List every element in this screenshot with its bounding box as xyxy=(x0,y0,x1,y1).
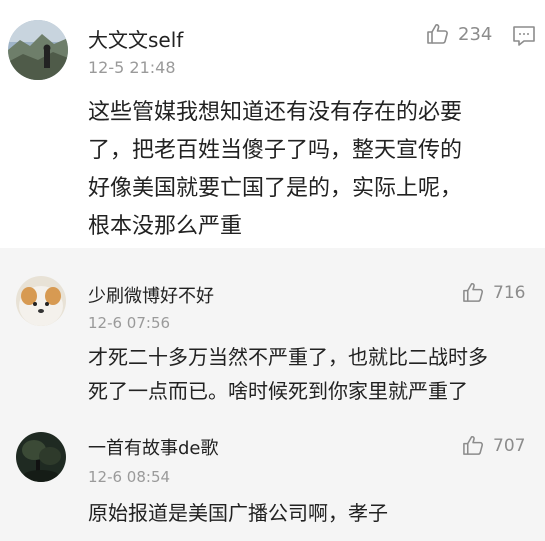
like-button[interactable]: 234 xyxy=(426,22,492,46)
text-line: 原始报道是美国广播公司啊，孝子 xyxy=(88,501,388,525)
timestamp: 12-6 07:56 xyxy=(88,314,171,332)
text-line: 好像美国就要亡国了是的，实际上呢， xyxy=(88,176,463,201)
username[interactable]: 少刷微博好不好 xyxy=(88,282,214,308)
username[interactable]: 大文文self xyxy=(88,24,183,53)
text-line: 根本没那么严重 xyxy=(88,214,243,239)
like-count: 707 xyxy=(493,435,526,456)
comment-text: 才死二十多万当然不严重了，也就比二战时多 死了一点而已。啥时候死到你家里就严重了 xyxy=(88,340,488,408)
main-comment: 大文文self 12-5 21:48 234 这些管媒我想知道还有没有存在的必要… xyxy=(0,0,545,248)
thumbs-up-icon xyxy=(463,282,484,302)
like-button[interactable]: 716 xyxy=(462,281,525,304)
thumbs-up-icon xyxy=(463,435,484,455)
text-line: 才死二十多万当然不严重了，也就比二战时多 xyxy=(88,345,488,369)
timestamp: 12-5 21:48 xyxy=(88,58,176,77)
comment-text: 这些管媒我想知道还有没有存在的必要 了，把老百姓当傻子了吗，整天宣传的 好像美国… xyxy=(88,94,462,246)
like-count: 234 xyxy=(458,23,493,45)
avatar[interactable] xyxy=(16,432,66,482)
like-button[interactable]: 707 xyxy=(462,434,525,457)
text-line: 死了一点而已。啥时候死到你家里就严重了 xyxy=(88,379,468,403)
timestamp: 12-6 08:54 xyxy=(88,468,171,486)
username[interactable]: 一首有故事de歌 xyxy=(88,434,219,460)
thumbs-up-icon xyxy=(427,24,448,44)
avatar[interactable] xyxy=(16,276,66,326)
avatar[interactable] xyxy=(8,20,68,80)
replies-section: 少刷微博好不好 12-6 07:56 716 才死二十多万当然不严重了，也就比二… xyxy=(0,248,545,541)
like-count: 716 xyxy=(493,282,526,303)
comment-text: 原始报道是美国广播公司啊，孝子 xyxy=(88,496,388,530)
text-line: 这些管媒我想知道还有没有存在的必要 xyxy=(88,100,463,125)
text-line: 了，把老百姓当傻子了吗，整天宣传的 xyxy=(88,138,463,163)
comment-icon[interactable] xyxy=(512,25,536,51)
